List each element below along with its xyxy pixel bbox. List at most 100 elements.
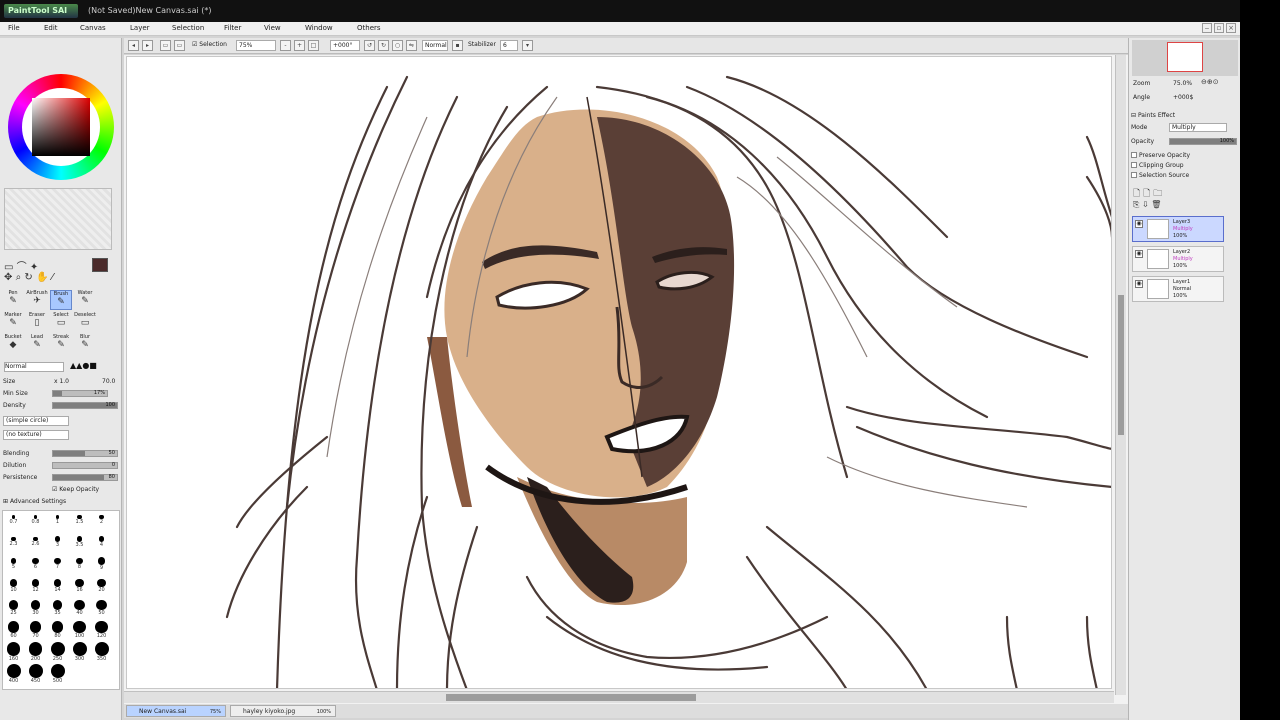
brush-size-preset[interactable]: 9: [91, 555, 112, 576]
brush-size-preset[interactable]: 10: [3, 577, 24, 598]
brush-size-preset[interactable]: 2.6: [25, 533, 46, 554]
size-multiplier[interactable]: x 1.0: [54, 378, 69, 385]
brush-size-preset[interactable]: 40: [69, 599, 90, 620]
tool-water[interactable]: Water ✎: [74, 290, 96, 310]
preserve-opacity-checkbox[interactable]: [1131, 152, 1137, 158]
brush-size-preset[interactable]: 8: [69, 555, 90, 576]
color-square[interactable]: [32, 98, 90, 156]
brush-size-preset[interactable]: 4: [91, 533, 112, 554]
visibility-eye-icon[interactable]: ◉: [1135, 280, 1143, 288]
brush-size-preset[interactable]: 25: [3, 599, 24, 620]
brush-size-preset[interactable]: 50: [91, 599, 112, 620]
angle-select[interactable]: +000°: [330, 40, 360, 51]
navigator-preview[interactable]: [1132, 40, 1238, 76]
paints-effect-toggle[interactable]: ⊟ Paints Effect: [1131, 112, 1175, 119]
close-icon[interactable]: ×: [1226, 23, 1236, 33]
maximize-icon[interactable]: ▫: [1214, 23, 1224, 33]
menu-view[interactable]: View: [264, 24, 281, 32]
primary-color-swatch[interactable]: [92, 258, 108, 272]
zoom-icon[interactable]: ⌕: [16, 272, 22, 283]
brush-size-preset[interactable]: 2: [91, 511, 112, 532]
canvas-mode-select[interactable]: Normal: [422, 40, 448, 51]
navigator-viewport[interactable]: [1167, 42, 1203, 72]
vertical-scroll-thumb[interactable]: [1118, 295, 1124, 435]
clipping-group-checkbox[interactable]: [1131, 162, 1137, 168]
layer-row[interactable]: ◉ Layer3 Multiply 100%: [1132, 216, 1224, 242]
rotate-reset-icon[interactable]: ○: [392, 40, 403, 51]
move-icon[interactable]: ✥: [4, 272, 12, 283]
brush-size-preset[interactable]: 60: [3, 621, 24, 642]
brush-size-preset[interactable]: 6: [25, 555, 46, 576]
rotate-icon[interactable]: ↻: [24, 272, 32, 283]
new-linework-icon[interactable]: 🗋: [1143, 189, 1150, 199]
layer-row[interactable]: ◉ Layer2 Multiply 100%: [1132, 246, 1224, 272]
brush-size-preset[interactable]: 350: [91, 642, 112, 664]
tool-brush[interactable]: Brush ✎: [50, 290, 72, 310]
brush-size-preset[interactable]: 200: [25, 642, 46, 664]
visibility-eye-icon[interactable]: ◉: [1135, 220, 1143, 228]
brush-size-preset[interactable]: 250: [47, 642, 68, 664]
zoom-reset-icon[interactable]: □: [308, 40, 319, 51]
brush-size-preset[interactable]: 120: [91, 620, 112, 642]
zoom-out-icon[interactable]: -: [280, 40, 291, 51]
navigator-zoom[interactable]: 75.0%: [1173, 80, 1192, 87]
undo-icon[interactable]: ◂: [128, 40, 139, 51]
tool-marker[interactable]: Marker ✎: [2, 312, 24, 332]
keep-opacity-checkbox[interactable]: ☑ Keep Opacity: [52, 486, 99, 493]
brush-size-preset[interactable]: 20: [91, 577, 112, 598]
size-value[interactable]: 70.0: [102, 378, 115, 385]
tool-pen[interactable]: Pen ✎: [2, 290, 24, 310]
selection-source-checkbox[interactable]: [1131, 172, 1137, 178]
persistence-slider[interactable]: 80: [52, 474, 118, 481]
drawing-canvas[interactable]: [126, 56, 1112, 689]
layer-mode-select[interactable]: Multiply: [1169, 123, 1227, 132]
nav-reset-icon[interactable]: ⊙: [1213, 78, 1219, 86]
brush-size-preset[interactable]: 450: [25, 664, 46, 686]
flip-icon[interactable]: ⇋: [406, 40, 417, 51]
visibility-eye-icon[interactable]: ◉: [1135, 250, 1143, 258]
tool-deselect[interactable]: Deselect ▭: [74, 312, 96, 332]
brush-size-preset[interactable]: 500: [47, 664, 68, 686]
brush-size-preset[interactable]: 2.3: [3, 533, 24, 554]
doc-tab-reference[interactable]: hayley kiyoko.jpg 100%: [230, 705, 336, 717]
tool-eraser[interactable]: Eraser ▯: [26, 312, 48, 332]
redo-icon[interactable]: ▸: [142, 40, 153, 51]
dilution-slider[interactable]: 0: [52, 462, 118, 469]
copy-layer-icon[interactable]: ⎘: [1133, 200, 1139, 209]
horizontal-scrollbar[interactable]: [124, 691, 1114, 703]
horizontal-scroll-thumb[interactable]: [446, 694, 696, 701]
eyedropper-icon[interactable]: ⁄: [52, 272, 54, 283]
navigator-angle[interactable]: +000$: [1173, 94, 1193, 101]
tool-bucket[interactable]: Bucket ◆: [2, 334, 24, 354]
deselect-icon[interactable]: ▭: [160, 40, 171, 51]
brush-size-preset[interactable]: 3: [47, 533, 68, 554]
brush-size-preset[interactable]: 100: [69, 620, 90, 642]
tool-airbrush[interactable]: AirBrush ✈: [26, 290, 48, 310]
shape-square-icon[interactable]: ■: [89, 361, 97, 370]
new-folder-icon[interactable]: 🗀: [1153, 189, 1162, 199]
menu-others[interactable]: Others: [357, 24, 381, 32]
brush-size-preset[interactable]: 14: [47, 577, 68, 598]
brush-texture-select[interactable]: (no texture): [3, 430, 69, 440]
brush-size-preset[interactable]: 80: [47, 621, 68, 642]
invert-selection-icon[interactable]: ▭: [174, 40, 185, 51]
menu-filter[interactable]: Filter: [224, 24, 241, 32]
blending-slider[interactable]: 50: [52, 450, 118, 457]
tool-select[interactable]: Select ▭: [50, 312, 72, 332]
rotate-right-icon[interactable]: ↻: [378, 40, 389, 51]
brush-size-preset[interactable]: 300: [69, 642, 90, 664]
menu-selection[interactable]: Selection: [172, 24, 204, 32]
brush-size-preset[interactable]: 70: [25, 621, 46, 642]
layer-row[interactable]: ◉ Layer1 Normal 100%: [1132, 276, 1224, 302]
selection-toggle[interactable]: ☑ Selection: [192, 41, 227, 48]
brush-size-preset[interactable]: 400: [3, 664, 24, 686]
minimize-icon[interactable]: ‒: [1202, 23, 1212, 33]
hand-icon[interactable]: ✋: [36, 272, 48, 283]
brush-size-preset[interactable]: 30: [25, 599, 46, 620]
brush-size-preset[interactable]: 35: [47, 599, 68, 620]
brush-size-preset[interactable]: 160: [3, 642, 24, 664]
brush-shape-select[interactable]: (simple circle): [3, 416, 69, 426]
menu-window[interactable]: Window: [305, 24, 333, 32]
delete-layer-icon[interactable]: 🗑: [1151, 200, 1161, 209]
doc-tab-new-canvas[interactable]: New Canvas.sai 75%: [126, 705, 226, 717]
